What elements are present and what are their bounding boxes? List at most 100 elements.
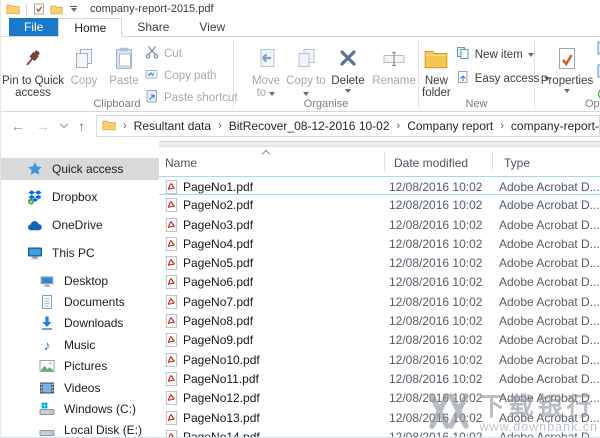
file-rows: PageNo1.pdf 12/08/2016 10:02 Adobe Acrob… [159, 176, 600, 438]
pdf-file-icon [164, 332, 179, 351]
pdf-file-icon [164, 371, 179, 390]
sidebar-item-this-pc[interactable]: This PC [1, 242, 159, 264]
ribbon-group-new: New folder New item Easy access [419, 37, 534, 111]
ribbon-tab-bar: File Home Share View [1, 18, 600, 37]
file-row[interactable]: PageNo8.pdf 12/08/2016 10:02 Adobe Acrob… [159, 311, 600, 330]
ribbon-group-open: Properties Open [535, 37, 600, 111]
sidebar-item-pictures[interactable]: Pictures [1, 356, 159, 377]
file-row[interactable]: PageNo9.pdf 12/08/2016 10:02 Adobe Acrob… [159, 330, 600, 349]
file-row[interactable]: PageNo11.pdf 12/08/2016 10:02 Adobe Acro… [159, 369, 600, 388]
delete-caret-icon [345, 89, 351, 93]
pdf-file-icon [164, 236, 179, 255]
file-row[interactable]: PageNo13.pdf 12/08/2016 10:02 Adobe Acro… [159, 408, 600, 427]
pdf-file-icon [164, 294, 179, 313]
ribbon-group-organise: Move to Copy to Delete Rename [234, 37, 418, 111]
rename-icon [381, 42, 407, 75]
new-item-caret-icon [528, 53, 534, 57]
star-icon [27, 161, 43, 177]
videos-icon [39, 380, 55, 396]
file-row[interactable]: PageNo14.pdf 12/08/2016 10:02 Adobe Acro… [159, 427, 600, 438]
copy-path-icon [145, 67, 159, 84]
group-label-organise: Organise [234, 98, 418, 110]
column-header-name[interactable]: Name [165, 156, 197, 170]
breadcrumb-segment[interactable]: Resultant data [134, 119, 211, 133]
back-icon[interactable]: ← [11, 119, 25, 133]
file-row[interactable]: PageNo1.pdf 12/08/2016 10:02 Adobe Acrob… [159, 176, 600, 195]
breadcrumb-chevron-icon[interactable]: › [116, 120, 134, 132]
music-icon: ♪ [39, 337, 55, 353]
sidebar-item-local-disk-e[interactable]: Local Disk (E:) [1, 420, 159, 438]
recent-locations-chevron-icon[interactable] [60, 120, 68, 128]
file-row[interactable]: PageNo12.pdf 12/08/2016 10:02 Adobe Acro… [159, 388, 600, 407]
sidebar-item-downloads[interactable]: Downloads [1, 313, 159, 334]
breadcrumb-folder-icon [102, 118, 116, 135]
file-row[interactable]: PageNo5.pdf 12/08/2016 10:02 Adobe Acrob… [159, 253, 600, 272]
breadcrumb-chevron-icon[interactable]: › [493, 120, 511, 132]
file-list: Name Date modified Type PageNo1.pdf 12/0… [159, 140, 600, 438]
downloads-icon [39, 315, 55, 331]
new-item-icon [456, 46, 470, 63]
pictures-icon [39, 358, 55, 374]
ribbon-group-clipboard: Pin to Quick access Copy Paste [1, 37, 233, 111]
sidebar-item-music[interactable]: ♪ Music [1, 334, 159, 355]
sidebar-item-dropbox[interactable]: Dropbox [1, 186, 159, 208]
qat-properties-icon[interactable] [33, 3, 45, 15]
tab-home[interactable]: Home [58, 18, 122, 37]
copy-path-button[interactable]: Copy path [145, 67, 233, 84]
file-row[interactable]: PageNo2.pdf 12/08/2016 10:02 Adobe Acrob… [159, 195, 600, 214]
column-header-date-modified[interactable]: Date modified [394, 156, 468, 170]
copy-icon [72, 42, 96, 75]
file-row[interactable]: PageNo6.pdf 12/08/2016 10:02 Adobe Acrob… [159, 272, 600, 291]
breadcrumb-chevron-icon[interactable]: › [390, 120, 408, 132]
copy-to-icon [294, 42, 318, 75]
up-icon[interactable]: ↑ [78, 119, 85, 133]
qat-customize-icon[interactable] [70, 6, 77, 12]
main-area: Quick access Dropbox OneDrive This PC De… [1, 140, 600, 438]
breadcrumb[interactable]: ›Resultant data›BitRecover_08-12-2016 10… [96, 115, 600, 137]
file-row[interactable]: PageNo4.pdf 12/08/2016 10:02 Adobe Acrob… [159, 234, 600, 253]
column-divider[interactable] [492, 152, 493, 171]
address-bar: ← → ↑ ›Resultant data›BitRecover_08-12-2… [1, 112, 600, 140]
tab-file[interactable]: File [9, 18, 58, 36]
move-to-caret-icon [269, 92, 275, 96]
explorer-window: company-report-2015.pdf File Home Share … [0, 0, 600, 438]
sidebar-item-videos[interactable]: Videos [1, 377, 159, 398]
copy-to-caret-icon [303, 92, 309, 96]
breadcrumb-segment[interactable]: Company report [407, 119, 493, 133]
breadcrumb-segment[interactable]: BitRecover_08-12-2016 10-02 [229, 119, 390, 133]
pdf-file-icon [164, 313, 179, 332]
forward-icon[interactable]: → [36, 119, 50, 133]
pdf-file-icon [164, 410, 179, 429]
group-label-clipboard: Clipboard [1, 98, 233, 110]
group-label-new: New [419, 98, 534, 110]
dropbox-icon [27, 189, 43, 205]
easy-access-icon [456, 70, 470, 87]
paste-icon [112, 42, 136, 75]
sidebar-item-onedrive[interactable]: OneDrive [1, 214, 159, 236]
tab-share[interactable]: Share [122, 18, 184, 36]
drive-windows-icon [39, 401, 55, 417]
file-row[interactable]: PageNo10.pdf 12/08/2016 10:02 Adobe Acro… [159, 350, 600, 369]
pdf-file-icon [164, 352, 179, 371]
move-to-icon [254, 42, 278, 75]
window-title: company-report-2015.pdf [90, 3, 214, 15]
pdf-file-icon [164, 197, 179, 216]
cut-button[interactable]: Cut [145, 45, 233, 62]
breadcrumb-chevron-icon[interactable]: › [211, 120, 229, 132]
sidebar-item-windows-c[interactable]: Windows (C:) [1, 398, 159, 419]
file-row[interactable]: PageNo3.pdf 12/08/2016 10:02 Adobe Acrob… [159, 215, 600, 234]
sidebar-item-documents[interactable]: Documents [1, 291, 159, 312]
sidebar-item-quick-access[interactable]: Quick access [1, 158, 159, 180]
group-label-open: Open [585, 98, 600, 110]
file-row[interactable]: PageNo7.pdf 12/08/2016 10:02 Adobe Acrob… [159, 292, 600, 311]
sort-ascending-icon [262, 150, 270, 158]
sidebar: Quick access Dropbox OneDrive This PC De… [1, 140, 159, 438]
list-header: Name Date modified Type [159, 149, 600, 173]
pin-icon [22, 42, 44, 75]
sidebar-item-desktop[interactable]: Desktop [1, 270, 159, 291]
column-divider[interactable] [384, 152, 385, 171]
column-header-type[interactable]: Type [504, 156, 530, 170]
qat-new-folder-icon[interactable] [50, 3, 63, 16]
tab-view[interactable]: View [184, 18, 240, 36]
breadcrumb-segment[interactable]: company-report-2015.pdf [511, 119, 600, 133]
